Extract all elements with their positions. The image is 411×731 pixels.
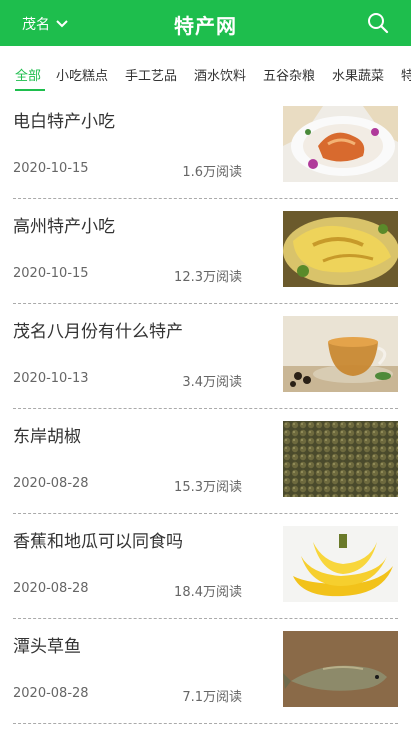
grass-carp-image bbox=[283, 631, 398, 707]
active-tab-indicator bbox=[15, 89, 45, 91]
article-views: 18.4万阅读 bbox=[174, 585, 242, 600]
article-date: 2020-10-15 bbox=[13, 266, 89, 281]
article-views: 1.6万阅读 bbox=[182, 165, 242, 180]
article-views: 12.3万阅读 bbox=[174, 270, 242, 285]
noodle-dish-image bbox=[283, 106, 398, 182]
article-date: 2020-08-28 bbox=[13, 581, 89, 596]
article-views: 7.1万阅读 bbox=[182, 690, 242, 705]
article-date: 2020-10-15 bbox=[13, 161, 89, 176]
tab-all[interactable]: 全部 bbox=[15, 65, 41, 84]
bananas-image bbox=[283, 526, 398, 602]
article-thumbnail[interactable] bbox=[283, 526, 398, 602]
article-views: 15.3万阅读 bbox=[174, 480, 242, 495]
tea-cup-image bbox=[283, 316, 398, 392]
pepper-corns-image bbox=[283, 421, 398, 497]
article-thumbnail[interactable] bbox=[283, 211, 398, 287]
list-item[interactable]: 东岸胡椒 2020-08-28 15.3万阅读 bbox=[13, 409, 398, 514]
article-title: 高州特产小吃 bbox=[13, 217, 115, 237]
article-date: 2020-10-13 bbox=[13, 371, 89, 386]
category-tabs: 全部 小吃糕点 手工艺品 酒水饮料 五谷杂粮 水果蔬菜 特 bbox=[0, 46, 411, 94]
article-title: 潭头草鱼 bbox=[13, 637, 81, 657]
site-title: 特产网 bbox=[174, 14, 237, 38]
list-item[interactable]: 潭头草鱼 2020-08-28 7.1万阅读 bbox=[13, 619, 398, 724]
article-views: 3.4万阅读 bbox=[182, 375, 242, 390]
tab-snacks[interactable]: 小吃糕点 bbox=[56, 65, 108, 84]
list-item[interactable]: 电白特产小吃 2020-10-15 1.6万阅读 bbox=[13, 94, 398, 199]
list-item[interactable]: 高州特产小吃 2020-10-15 12.3万阅读 bbox=[13, 199, 398, 304]
tab-fruits-vegetables[interactable]: 水果蔬菜 bbox=[332, 65, 384, 84]
list-item[interactable]: 香蕉和地瓜可以同食吗 2020-08-28 18.4万阅读 bbox=[13, 514, 398, 619]
tab-more[interactable]: 特 bbox=[401, 65, 411, 84]
article-title: 茂名八月份有什么特产 bbox=[13, 322, 183, 342]
article-date: 2020-08-28 bbox=[13, 476, 89, 491]
tab-grains[interactable]: 五谷杂粮 bbox=[263, 65, 315, 84]
list-item[interactable]: 茂名八月份有什么特产 2020-10-13 3.4万阅读 bbox=[13, 304, 398, 409]
chicken-dish-image bbox=[283, 211, 398, 287]
article-date: 2020-08-28 bbox=[13, 686, 89, 701]
article-thumbnail[interactable] bbox=[283, 631, 398, 707]
article-thumbnail[interactable] bbox=[283, 106, 398, 182]
search-icon[interactable] bbox=[367, 12, 389, 34]
article-title: 香蕉和地瓜可以同食吗 bbox=[13, 532, 183, 552]
article-thumbnail[interactable] bbox=[283, 316, 398, 392]
tab-drinks[interactable]: 酒水饮料 bbox=[194, 65, 246, 84]
top-header: 茂名 特产网 bbox=[0, 0, 411, 46]
article-thumbnail[interactable] bbox=[283, 421, 398, 497]
tab-handicrafts[interactable]: 手工艺品 bbox=[125, 65, 177, 84]
article-title: 东岸胡椒 bbox=[13, 427, 81, 447]
article-title: 电白特产小吃 bbox=[13, 112, 115, 132]
